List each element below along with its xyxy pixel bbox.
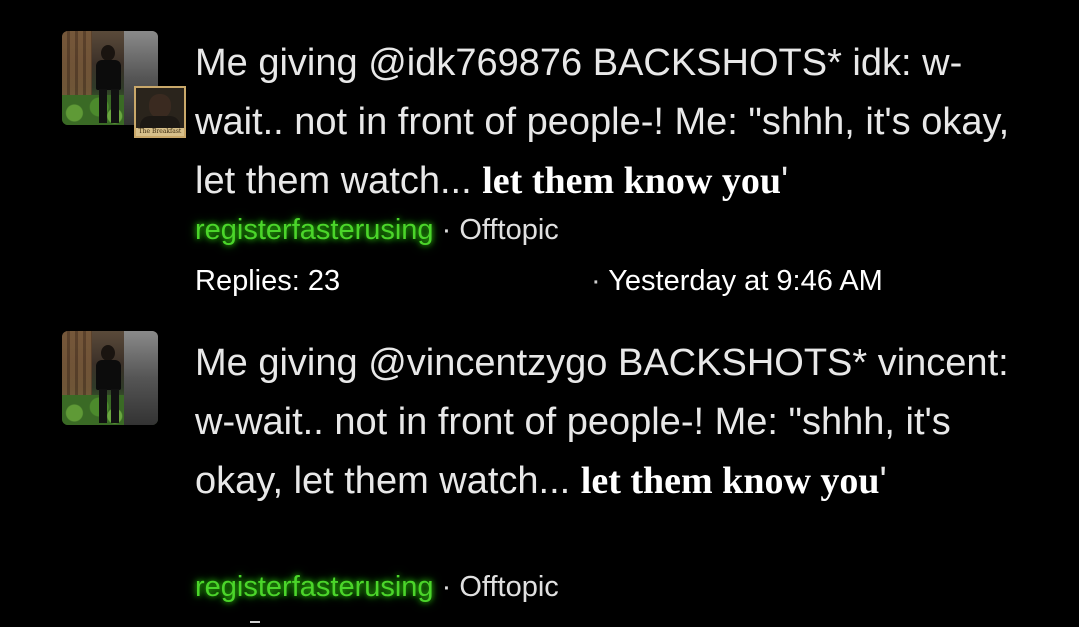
- mini-avatar-face: [149, 94, 171, 118]
- user-photo-avatar[interactable]: [62, 331, 158, 425]
- thread-title-link[interactable]: Me giving @idk769876 BACKSHOTS* idk: w-w…: [195, 34, 1025, 211]
- thread-title-link[interactable]: Me giving @vincentzygo BACKSHOTS* vincen…: [195, 334, 1025, 511]
- author-link[interactable]: registerfasterusing: [195, 571, 434, 603]
- last-post-date[interactable]: · Yesterday at 9:46 AM: [591, 263, 883, 299]
- user-mini-avatar[interactable]: The Breakfast: [134, 86, 186, 138]
- forum-link[interactable]: Offtopic: [459, 571, 558, 603]
- avatar-person-body: [96, 360, 121, 390]
- thread-title-tail: ': [879, 460, 887, 502]
- thread-meta: registerfasterusing · Offtopic: [195, 212, 559, 248]
- date-separator: ·: [591, 265, 601, 297]
- thread-title-styled-text: let them know you: [580, 460, 880, 502]
- author-link[interactable]: registerfasterusing: [195, 214, 434, 246]
- thread-title-tail: ': [780, 160, 789, 202]
- replies-count: Replies: 23: [195, 265, 341, 297]
- avatar-wall: [124, 331, 158, 425]
- meta-separator: ·: [441, 571, 452, 603]
- avatar-fence: [62, 331, 92, 401]
- thread-title-styled-text: let them know you: [482, 160, 781, 202]
- avatar-fence: [62, 31, 92, 101]
- avatar-person-body: [96, 60, 121, 90]
- avatar-person-legs: [99, 389, 119, 423]
- meta-separator: ·: [441, 214, 452, 246]
- avatar-person-head: [101, 345, 115, 361]
- avatar-person-head: [101, 45, 115, 61]
- last-post-date-text: Yesterday at 9:46 AM: [608, 265, 883, 297]
- clipped-content-edge: [250, 621, 260, 627]
- thread-meta: registerfasterusing · Offtopic: [195, 569, 559, 605]
- avatar-person-legs: [99, 89, 119, 123]
- mini-avatar-caption: The Breakfast: [136, 128, 184, 136]
- forum-link[interactable]: Offtopic: [459, 214, 558, 246]
